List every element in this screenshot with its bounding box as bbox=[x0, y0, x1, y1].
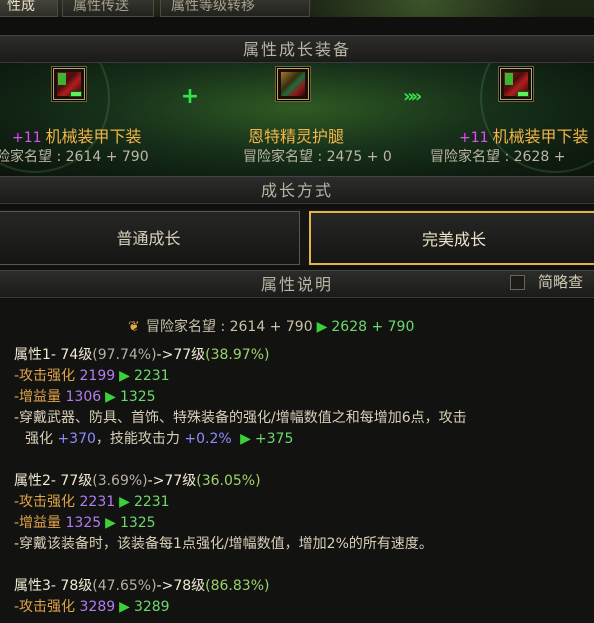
normal-growth-button[interactable]: 普通成长 bbox=[0, 211, 300, 265]
result-equip-name: +11 机械装甲下装 bbox=[459, 127, 589, 148]
result-equip-slot[interactable] bbox=[500, 68, 532, 100]
attr3-atk-line: -攻击强化 3289 ▶ 3289 bbox=[14, 598, 170, 616]
material-equip-reputation: 冒险家名望 : 2475 + 0 bbox=[243, 149, 392, 165]
plus-icon: + bbox=[180, 84, 200, 109]
tab-attribute-level-transfer[interactable]: 属性等级转移 bbox=[160, 0, 310, 17]
attr1-gain-old: 1306 bbox=[65, 389, 102, 405]
attr1-note-e: +375 bbox=[254, 431, 294, 447]
source-equip-name: +11 机械装甲下装 bbox=[12, 127, 142, 148]
attr1-gain-new: 1325 bbox=[119, 389, 156, 405]
attr2-header: 属性2- 77级(3.69%)->77级(36.05%) bbox=[14, 472, 261, 490]
attr2-atk-old: 2231 bbox=[79, 494, 116, 510]
triple-arrow-icon: »» bbox=[403, 86, 422, 107]
method-row: 普通成长 完美成长 bbox=[0, 209, 594, 266]
triangle-arrow-icon: ▶ bbox=[119, 368, 130, 384]
method-section-title: 成长方式 bbox=[0, 176, 594, 204]
result-equip-level: +11 bbox=[459, 130, 489, 146]
attr2-arrow: ->77级 bbox=[147, 473, 197, 489]
brief-view-label: 简略查 bbox=[538, 273, 584, 291]
perfect-growth-button[interactable]: 完美成长 bbox=[309, 211, 594, 265]
attr3-arrow: ->78级 bbox=[156, 578, 206, 594]
reputation-emblem-icon: ❦ bbox=[128, 319, 140, 335]
attr1-new-pct: (38.97%) bbox=[205, 347, 270, 363]
tab-attribute-transfer[interactable]: 属性传送 bbox=[62, 0, 154, 17]
triangle-arrow-icon: ▶ bbox=[119, 494, 130, 510]
attr3-pct: (47.65%) bbox=[92, 578, 157, 594]
attr1-atk-old: 2199 bbox=[79, 368, 116, 384]
attr1-note-line1: -穿戴武器、防具、首饰、特殊装备的强化/增幅数值之和每增加6点，攻击 bbox=[14, 410, 467, 426]
gem-icon bbox=[505, 73, 513, 85]
attr2-gain-new: 1325 bbox=[119, 515, 156, 531]
attr3-new-pct: (86.83%) bbox=[205, 578, 270, 594]
attr1-note-b: +370 bbox=[57, 431, 96, 447]
badge-icon bbox=[517, 91, 529, 97]
material-equip-slot[interactable] bbox=[277, 68, 309, 100]
attr1-gain-line: -增益量 1306 ▶ 1325 bbox=[14, 388, 156, 406]
tab-attribute-growth[interactable]: 性成长 bbox=[0, 0, 58, 17]
attr2-gain-old: 1325 bbox=[65, 515, 102, 531]
attr2-pct: (3.69%) bbox=[92, 473, 148, 489]
source-equip-slot[interactable] bbox=[53, 68, 85, 100]
reputation-current: 冒险家名望 : 2614 + 790 bbox=[146, 319, 313, 335]
attr3-atk-new: 3289 bbox=[133, 599, 170, 615]
attr1-note-line2: 强化 +370，技能攻击力 +0.2% ▶ +375 bbox=[25, 430, 293, 448]
attr1-header: 属性1- 74级(97.74%)->77级(38.97%) bbox=[14, 346, 269, 364]
source-equip-level: +11 bbox=[12, 130, 42, 146]
attr3-atk-old: 3289 bbox=[79, 599, 116, 615]
equip-section-title: 属性成长装备 bbox=[0, 35, 594, 63]
attr2-new-pct: (36.05%) bbox=[196, 473, 261, 489]
source-equip-name-text: 机械装甲下装 bbox=[45, 127, 142, 146]
result-equip-name-text: 机械装甲下装 bbox=[492, 127, 589, 146]
attr1-head: 属性1- 74级 bbox=[14, 347, 93, 363]
attr2-atk-new: 2231 bbox=[133, 494, 170, 510]
attr1-atk-new: 2231 bbox=[133, 368, 170, 384]
tab-bar-art bbox=[312, 0, 594, 17]
brief-view-checkbox[interactable] bbox=[510, 275, 525, 290]
attr1-gain-label: -增益量 bbox=[14, 389, 62, 405]
attr2-atk-label: -攻击强化 bbox=[14, 494, 76, 510]
triangle-arrow-icon: ▶ bbox=[105, 515, 116, 531]
attr3-head: 属性3- 78级 bbox=[14, 578, 93, 594]
attr3-atk-label: -攻击强化 bbox=[14, 599, 76, 615]
badge-icon bbox=[70, 91, 82, 97]
attr2-gain-line: -增益量 1325 ▶ 1325 bbox=[14, 514, 156, 532]
triangle-arrow-icon: ▶ bbox=[119, 599, 130, 615]
reputation-new: 2628 + 790 bbox=[331, 319, 415, 335]
attr1-note-d: +0.2% bbox=[184, 431, 232, 447]
triangle-arrow-icon: ▶ bbox=[316, 319, 328, 335]
ent-elf-leggings-icon bbox=[281, 72, 305, 96]
gem-icon bbox=[58, 73, 66, 85]
attr2-gain-label: -增益量 bbox=[14, 515, 62, 531]
attr3-header: 属性3- 78级(47.65%)->78级(86.83%) bbox=[14, 577, 269, 595]
attr1-note-c: ，技能攻击力 bbox=[95, 431, 180, 447]
attr1-arrow: ->77级 bbox=[156, 347, 206, 363]
reputation-line: ❦ 冒险家名望 : 2614 + 790 ▶ 2628 + 790 bbox=[128, 318, 414, 336]
attr1-atk-line: -攻击强化 2199 ▶ 2231 bbox=[14, 367, 170, 385]
material-equip-name: 恩特精灵护腿 bbox=[248, 127, 345, 146]
attr2-head: 属性2- 77级 bbox=[14, 473, 93, 489]
triangle-arrow-icon: ▶ bbox=[240, 431, 251, 447]
result-equip-reputation: 冒险家名望 : 2628 + bbox=[430, 149, 566, 165]
attr1-note-a: 强化 bbox=[25, 431, 53, 447]
attr2-note: -穿戴该装备时，该装备每1点强化/增幅数值，增加2%的所有速度。 bbox=[14, 536, 433, 552]
source-equip-reputation: 险家名望 : 2614 + 790 bbox=[0, 149, 149, 165]
attr1-pct: (97.74%) bbox=[92, 347, 157, 363]
attr2-atk-line: -攻击强化 2231 ▶ 2231 bbox=[14, 493, 170, 511]
triangle-arrow-icon: ▶ bbox=[105, 389, 116, 405]
attr1-atk-label: -攻击强化 bbox=[14, 368, 76, 384]
desc-section-title: 属性说明 bbox=[0, 270, 594, 298]
tab-bar: 性成长 属性传送 属性等级转移 bbox=[0, 0, 594, 17]
